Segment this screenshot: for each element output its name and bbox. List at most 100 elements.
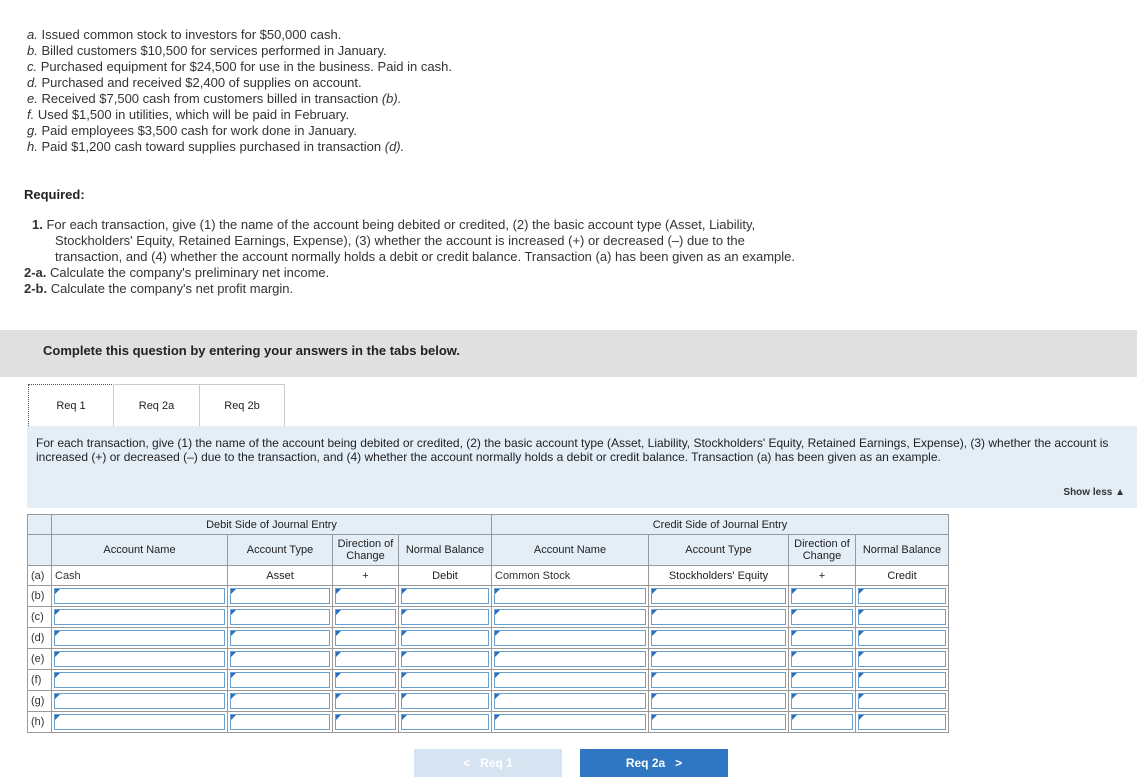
debit-normal-balance-input[interactable] <box>401 609 489 625</box>
row-label: (f) <box>27 669 52 691</box>
debit-account-name-header: Account Name <box>51 534 228 566</box>
debit-direction-input[interactable] <box>335 588 396 604</box>
transaction-d: d. Purchased and received $2,400 of supp… <box>27 75 362 90</box>
credit-normal-balance-input[interactable] <box>858 693 946 709</box>
next-button[interactable]: Req 2a > <box>580 749 728 777</box>
credit-direction-input[interactable] <box>791 714 853 730</box>
credit-account-type-input[interactable] <box>651 630 786 646</box>
credit-account-name-input[interactable] <box>494 609 646 625</box>
example-debit-name: Cash <box>51 565 228 586</box>
debit-account-type-header: Account Type <box>227 534 333 566</box>
credit-normal-balance-input[interactable] <box>858 714 946 730</box>
credit-account-name-input[interactable] <box>494 630 646 646</box>
example-credit-type: Stockholders' Equity <box>648 565 789 586</box>
debit-account-type-input[interactable] <box>230 672 330 688</box>
credit-account-type-input[interactable] <box>651 672 786 688</box>
table-row: (b) <box>27 585 949 607</box>
prev-button[interactable]: < Req 1 <box>414 749 562 777</box>
debit-normal-balance-input[interactable] <box>401 630 489 646</box>
credit-normal-balance-input[interactable] <box>858 630 946 646</box>
debit-normal-balance-input[interactable] <box>401 714 489 730</box>
tab-panel: For each transaction, give (1) the name … <box>27 426 1137 508</box>
debit-account-name-input[interactable] <box>54 609 225 625</box>
table-row: (h) <box>27 711 949 733</box>
debit-account-name-input[interactable] <box>54 693 225 709</box>
credit-account-name-input[interactable] <box>494 714 646 730</box>
credit-account-type-input[interactable] <box>651 693 786 709</box>
tab-instructions: For each transaction, give (1) the name … <box>36 436 1109 464</box>
table-row: (c) <box>27 606 949 628</box>
debit-direction-input[interactable] <box>335 609 396 625</box>
table-row: (d) <box>27 627 949 649</box>
credit-direction-header: Direction of Change <box>788 534 856 566</box>
tab-req-2a[interactable]: Req 2a <box>113 384 200 427</box>
debit-account-name-input[interactable] <box>54 630 225 646</box>
transaction-c: c. Purchased equipment for $24,500 for u… <box>27 59 452 74</box>
debit-account-type-input[interactable] <box>230 588 330 604</box>
credit-account-type-input[interactable] <box>651 651 786 667</box>
tab-req-2b[interactable]: Req 2b <box>199 384 285 427</box>
transaction-h: h. Paid $1,200 cash toward supplies purc… <box>27 139 405 154</box>
credit-direction-input[interactable] <box>791 609 853 625</box>
debit-normal-balance-input[interactable] <box>401 651 489 667</box>
debit-account-type-input[interactable] <box>230 630 330 646</box>
transaction-g: g. Paid employees $3,500 cash for work d… <box>27 123 358 138</box>
required-item-2a: 2-a. Calculate the company's preliminary… <box>24 265 330 280</box>
table-row-example: (a) Cash Asset + Debit Common Stock Stoc… <box>27 565 949 586</box>
credit-direction-input[interactable] <box>791 672 853 688</box>
credit-account-name-input[interactable] <box>494 672 646 688</box>
required-title: Required: <box>24 187 85 202</box>
debit-account-name-input[interactable] <box>54 672 225 688</box>
row-label: (a) <box>27 565 52 586</box>
credit-account-type-input[interactable] <box>651 609 786 625</box>
debit-account-type-input[interactable] <box>230 651 330 667</box>
debit-account-type-input[interactable] <box>230 714 330 730</box>
credit-normal-balance-input[interactable] <box>858 672 946 688</box>
credit-account-name-header: Account Name <box>491 534 649 566</box>
credit-normal-balance-input[interactable] <box>858 588 946 604</box>
row-label: (b) <box>27 585 52 607</box>
required-item-1-line-2: Stockholders' Equity, Retained Earnings,… <box>55 233 745 248</box>
debit-direction-input[interactable] <box>335 714 396 730</box>
debit-normal-balance-input[interactable] <box>401 693 489 709</box>
credit-normal-balance-input[interactable] <box>858 609 946 625</box>
credit-account-name-input[interactable] <box>494 588 646 604</box>
transaction-a: a. Issued common stock to investors for … <box>27 27 342 42</box>
debit-account-name-input[interactable] <box>54 714 225 730</box>
table-row: (e) <box>27 648 949 670</box>
credit-account-name-input[interactable] <box>494 651 646 667</box>
tab-req-1[interactable]: Req 1 <box>28 384 114 428</box>
credit-account-type-header: Account Type <box>648 534 789 566</box>
debit-normal-balance-input[interactable] <box>401 588 489 604</box>
debit-account-type-input[interactable] <box>230 693 330 709</box>
debit-direction-input[interactable] <box>335 651 396 667</box>
debit-account-type-input[interactable] <box>230 609 330 625</box>
show-less-link[interactable]: Show less ▲ <box>1063 487 1125 498</box>
transaction-f: f. Used $1,500 in utilities, which will … <box>27 107 350 122</box>
credit-account-type-input[interactable] <box>651 714 786 730</box>
debit-account-name-input[interactable] <box>54 588 225 604</box>
credit-account-type-input[interactable] <box>651 588 786 604</box>
instructions-banner: Complete this question by entering your … <box>0 330 1137 377</box>
credit-account-name-input[interactable] <box>494 693 646 709</box>
credit-direction-input[interactable] <box>791 630 853 646</box>
transaction-e: e. Received $7,500 cash from customers b… <box>27 91 402 106</box>
transaction-b: b. Billed customers $10,500 for services… <box>27 43 387 58</box>
example-credit-name: Common Stock <box>491 565 649 586</box>
credit-direction-input[interactable] <box>791 651 853 667</box>
row-label: (h) <box>27 711 52 733</box>
credit-normal-balance-input[interactable] <box>858 651 946 667</box>
debit-direction-input[interactable] <box>335 693 396 709</box>
debit-direction-input[interactable] <box>335 672 396 688</box>
row-label: (e) <box>27 648 52 670</box>
debit-direction-input[interactable] <box>335 630 396 646</box>
debit-account-name-input[interactable] <box>54 651 225 667</box>
credit-direction-input[interactable] <box>791 588 853 604</box>
debit-normal-balance-input[interactable] <box>401 672 489 688</box>
required-list: 1. For each transaction, give (1) the na… <box>24 217 795 297</box>
credit-side-header: Credit Side of Journal Entry <box>491 514 949 535</box>
debit-normal-balance-header: Normal Balance <box>398 534 492 566</box>
credit-direction-input[interactable] <box>791 693 853 709</box>
row-label: (c) <box>27 606 52 628</box>
required-item-2b: 2-b. Calculate the company's net profit … <box>24 281 294 296</box>
